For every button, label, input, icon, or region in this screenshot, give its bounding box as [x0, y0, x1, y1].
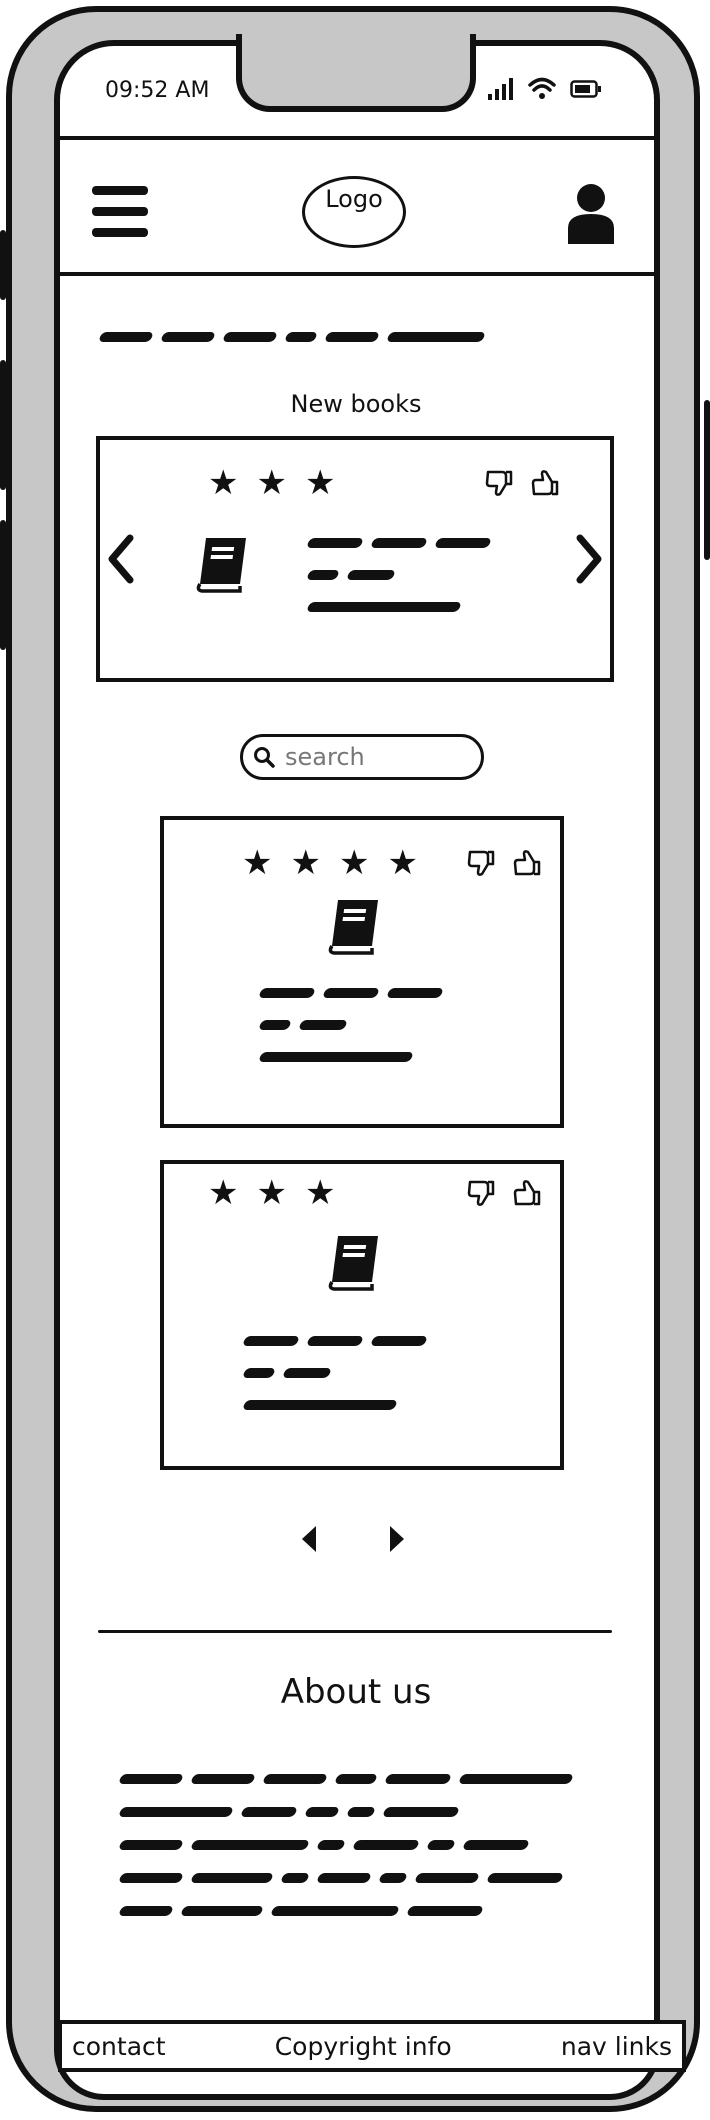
featured-book-description — [306, 536, 492, 614]
book-icon — [196, 538, 246, 593]
star-icon: ★ — [304, 1173, 336, 1213]
hamburger-menu-icon[interactable] — [92, 186, 148, 238]
about-title: About us — [280, 1672, 432, 1712]
side-button — [0, 520, 6, 650]
status-time: 09:52 AM — [105, 78, 210, 103]
book-description — [242, 1334, 428, 1412]
footer: contact Copyright info nav links — [58, 2020, 686, 2072]
star-icon: ★ — [242, 843, 273, 883]
new-books-title: New books — [290, 390, 422, 418]
star-icon: ★ — [256, 463, 287, 503]
thumbs-up-icon[interactable] — [512, 1178, 542, 1208]
about-text — [118, 1772, 574, 1918]
logo[interactable]: Logo — [302, 176, 406, 248]
rating-stars: ★ ★ ★ — [208, 466, 335, 500]
thumbs-down-icon[interactable] — [466, 1178, 496, 1208]
star-icon: ★ — [338, 843, 370, 883]
side-button — [0, 360, 6, 490]
book-icon — [328, 1236, 378, 1291]
thumbs-down-icon[interactable] — [466, 848, 496, 878]
star-icon: ★ — [256, 1173, 287, 1213]
battery-icon — [570, 80, 601, 98]
vote-buttons — [484, 468, 560, 498]
star-icon: ★ — [208, 463, 239, 503]
copyright-text: Copyright info — [274, 2031, 452, 2061]
divider — [98, 1630, 612, 1633]
search-icon — [254, 747, 275, 768]
vote-buttons — [466, 1178, 542, 1208]
notch — [236, 34, 476, 112]
star-icon: ★ — [208, 1173, 239, 1213]
star-icon: ★ — [387, 843, 418, 883]
star-icon: ★ — [304, 463, 336, 503]
book-icon — [328, 900, 378, 955]
nav-links[interactable]: nav links — [561, 2032, 672, 2061]
rating-stars: ★ ★ ★ — [208, 1176, 335, 1210]
vote-buttons — [466, 848, 542, 878]
side-button — [0, 230, 6, 300]
wifi-icon — [528, 77, 556, 99]
carousel-prev-icon[interactable] — [104, 534, 138, 584]
carousel-next-icon[interactable] — [572, 534, 606, 584]
page-prev-icon[interactable] — [298, 1524, 320, 1554]
book-description — [258, 986, 444, 1064]
star-icon: ★ — [290, 843, 321, 883]
contact-link[interactable]: contact — [72, 2032, 166, 2061]
search-input[interactable] — [283, 742, 467, 772]
thumbs-down-icon[interactable] — [484, 468, 514, 498]
page-next-icon[interactable] — [386, 1524, 408, 1554]
side-button — [704, 400, 710, 560]
intro-text — [98, 330, 486, 344]
thumbs-up-icon[interactable] — [530, 468, 560, 498]
signal-icon — [488, 78, 513, 100]
thumbs-up-icon[interactable] — [512, 848, 542, 878]
user-icon[interactable] — [566, 182, 616, 244]
rating-stars: ★ ★ ★ ★ — [242, 846, 418, 880]
search-bar — [240, 734, 484, 780]
